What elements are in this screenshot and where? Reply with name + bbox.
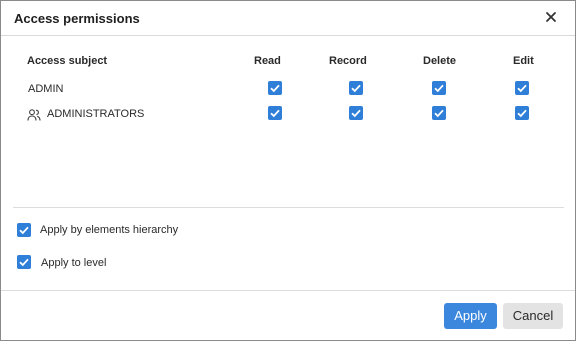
row-subject-name: ADMIN [28,83,64,95]
edit-checkbox[interactable] [515,106,529,120]
header-record: Record [329,55,367,67]
header-delete: Delete [423,55,457,67]
header-edit: Edit [513,55,534,67]
close-icon[interactable] [544,10,558,24]
apply-by-hierarchy-label: Apply by elements hierarchy [40,224,179,236]
record-checkbox[interactable] [349,106,363,120]
footer-divider [1,290,575,291]
options-divider [13,207,564,208]
dialog-titlebar: Access permissions [1,1,575,36]
row-subject-name: ADMINISTRATORS [47,108,145,120]
apply-to-level-checkbox[interactable] [17,255,31,269]
group-icon [27,108,41,122]
apply-to-level-label: Apply to level [41,257,107,269]
header-access-subject: Access subject [27,55,108,67]
delete-checkbox[interactable] [432,81,446,95]
apply-by-hierarchy-checkbox[interactable] [17,223,31,237]
read-checkbox[interactable] [268,106,282,120]
apply-button[interactable]: Apply [444,303,497,329]
delete-checkbox[interactable] [432,106,446,120]
dialog-title: Access permissions [14,11,140,26]
edit-checkbox[interactable] [515,81,529,95]
cancel-button[interactable]: Cancel [503,303,563,329]
record-checkbox[interactable] [349,81,363,95]
access-permissions-dialog: Access permissions Access subject Read R… [0,0,576,341]
read-checkbox[interactable] [268,81,282,95]
header-read: Read [254,55,281,67]
